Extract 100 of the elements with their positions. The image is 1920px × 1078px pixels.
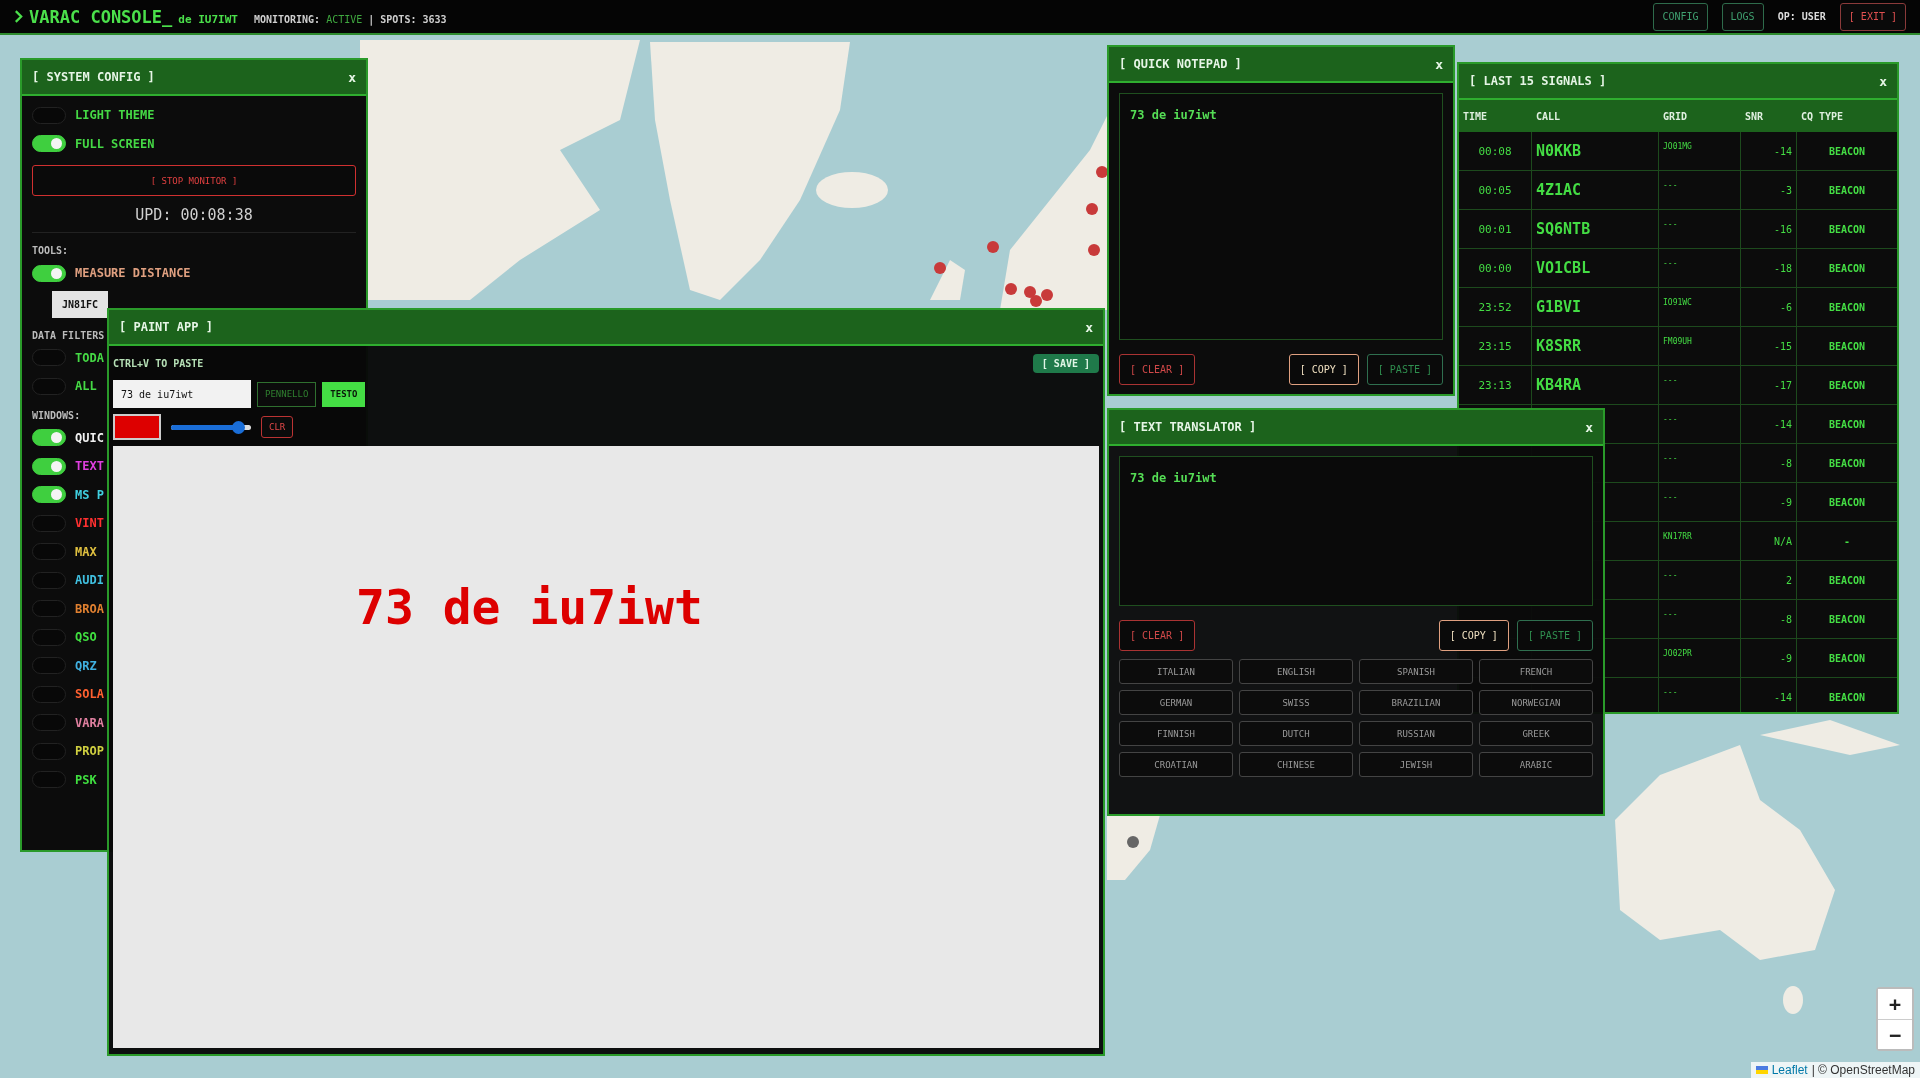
column-header: SNR bbox=[1744, 110, 1765, 122]
action-button[interactable]: [ PASTE ] bbox=[1516, 620, 1593, 651]
toggle-switch[interactable] bbox=[32, 264, 66, 282]
callsign-cell: VO1CBL bbox=[1536, 259, 1591, 277]
toggle-switch[interactable] bbox=[32, 685, 66, 703]
toggle-label: PROP bbox=[75, 744, 104, 759]
toggle-switch[interactable] bbox=[32, 571, 66, 589]
translator-textarea[interactable]: 73 de iu7iwt bbox=[1119, 456, 1593, 606]
color-swatch[interactable] bbox=[113, 414, 161, 440]
toggle-switch[interactable] bbox=[32, 429, 66, 447]
cq-type-cell: BEACON bbox=[1828, 262, 1866, 274]
language-button[interactable]: ITALIAN bbox=[1119, 659, 1233, 684]
flag-icon bbox=[1755, 1066, 1768, 1074]
time-cell: 23:13 bbox=[1478, 378, 1512, 392]
snr-cell: -14 bbox=[1773, 145, 1792, 157]
mode-button[interactable]: PENNELLO bbox=[257, 381, 317, 407]
mode-button[interactable]: TESTO bbox=[322, 381, 366, 407]
nav-button[interactable]: LOGS bbox=[1721, 2, 1764, 31]
toggle-switch[interactable] bbox=[32, 600, 66, 618]
text-field[interactable]: 73 de iu7iwt bbox=[113, 380, 251, 408]
snr-cell: N/A bbox=[1773, 535, 1792, 547]
stop-monitor-button[interactable]: [ STOP MONITOR ] bbox=[32, 165, 356, 196]
language-button[interactable]: FRENCH bbox=[1479, 659, 1593, 684]
toggle-switch[interactable] bbox=[32, 657, 66, 675]
window-title: [ SYSTEM CONFIG ] bbox=[32, 70, 155, 84]
close-button[interactable]: x bbox=[1435, 56, 1443, 72]
nav-button[interactable]: CONFIG bbox=[1653, 2, 1708, 31]
toggle-switch[interactable] bbox=[32, 714, 66, 732]
language-button[interactable]: RUSSIAN bbox=[1359, 721, 1473, 746]
language-button[interactable]: ARABIC bbox=[1479, 752, 1593, 777]
callsign-cell: N0KKB bbox=[1536, 142, 1582, 160]
language-button[interactable]: ENGLISH bbox=[1239, 659, 1353, 684]
grid-cell: FM09UH bbox=[1663, 337, 1692, 346]
callsign-cell: K8SRR bbox=[1536, 337, 1582, 355]
action-button[interactable]: [ COPY ] bbox=[1438, 620, 1509, 651]
language-button[interactable]: CHINESE bbox=[1239, 752, 1353, 777]
time-cell: 00:01 bbox=[1478, 222, 1512, 236]
toggle-switch[interactable] bbox=[32, 377, 66, 395]
grid-cell: KN17RR bbox=[1663, 532, 1692, 541]
action-button[interactable]: [ COPY ] bbox=[1288, 354, 1359, 385]
grid-field[interactable]: JN81FC bbox=[52, 290, 108, 318]
exit-button[interactable]: [ EXIT ] bbox=[1839, 2, 1906, 31]
monitoring-status: ACTIVE bbox=[326, 13, 363, 25]
toggle-label: QSO bbox=[75, 630, 97, 645]
language-button[interactable]: JEWISH bbox=[1359, 752, 1473, 777]
grid-cell: --- bbox=[1663, 220, 1678, 229]
grid-cell: --- bbox=[1663, 415, 1678, 424]
grid-cell: JO02PR bbox=[1663, 649, 1692, 658]
action-button[interactable]: [ PASTE ] bbox=[1366, 354, 1443, 385]
cq-type-cell: BEACON bbox=[1828, 184, 1866, 196]
save-button[interactable]: [ SAVE ] bbox=[1032, 353, 1099, 373]
drawing-canvas[interactable]: 73 de iu7iwt bbox=[113, 446, 1099, 1048]
toggle-switch[interactable] bbox=[32, 628, 66, 646]
toggle-switch[interactable] bbox=[32, 771, 66, 789]
language-button[interactable]: SPANISH bbox=[1359, 659, 1473, 684]
toggle-switch[interactable] bbox=[32, 486, 66, 504]
grid-cell: --- bbox=[1663, 571, 1678, 580]
close-button[interactable]: x bbox=[1585, 419, 1593, 435]
close-button[interactable]: x bbox=[348, 69, 356, 85]
language-button[interactable]: GREEK bbox=[1479, 721, 1593, 746]
toggle-switch[interactable] bbox=[32, 106, 66, 124]
cq-type-cell: BEACON bbox=[1828, 223, 1866, 235]
time-cell: 00:05 bbox=[1478, 183, 1512, 197]
grid-cell: IO91WC bbox=[1663, 298, 1692, 307]
toggle-switch[interactable] bbox=[32, 457, 66, 475]
toggle-switch[interactable] bbox=[32, 135, 66, 153]
canvas-clear-button[interactable]: CLR bbox=[261, 416, 294, 438]
toggle-switch[interactable] bbox=[32, 742, 66, 760]
snr-cell: -15 bbox=[1773, 340, 1792, 352]
snr-cell: -14 bbox=[1773, 418, 1792, 430]
action-button[interactable]: [ CLEAR ] bbox=[1119, 620, 1196, 651]
snr-cell: -3 bbox=[1779, 184, 1792, 196]
close-button[interactable]: x bbox=[1879, 73, 1887, 89]
toggle-switch[interactable] bbox=[32, 514, 66, 532]
callsign-cell: KB4RA bbox=[1536, 376, 1582, 394]
snr-cell: -9 bbox=[1779, 652, 1792, 664]
grid-cell: --- bbox=[1663, 493, 1678, 502]
zoom-out-button[interactable]: − bbox=[1878, 1019, 1912, 1049]
language-button[interactable]: DUTCH bbox=[1239, 721, 1353, 746]
section-label: WINDOWS: bbox=[32, 409, 82, 421]
language-button[interactable]: BRAZILIAN bbox=[1359, 690, 1473, 715]
grid-cell: --- bbox=[1663, 688, 1678, 697]
column-header: CQ TYPE bbox=[1800, 110, 1845, 122]
leaflet-link[interactable]: Leaflet bbox=[1771, 1063, 1808, 1077]
language-button[interactable]: GERMAN bbox=[1119, 690, 1233, 715]
language-button[interactable]: CROATIAN bbox=[1119, 752, 1233, 777]
time-cell: 23:52 bbox=[1478, 300, 1512, 314]
toggle-label: PSK bbox=[75, 772, 97, 787]
cq-type-cell: BEACON bbox=[1828, 496, 1866, 508]
separator: | bbox=[368, 13, 375, 25]
toggle-switch[interactable] bbox=[32, 349, 66, 367]
toggle-switch[interactable] bbox=[32, 543, 66, 561]
notepad-textarea[interactable]: 73 de iu7iwt bbox=[1119, 93, 1443, 340]
cq-type-cell: BEACON bbox=[1828, 613, 1866, 625]
size-slider[interactable] bbox=[171, 420, 251, 434]
action-button[interactable]: [ CLEAR ] bbox=[1119, 354, 1196, 385]
language-button[interactable]: FINNISH bbox=[1119, 721, 1233, 746]
language-button[interactable]: NORWEGIAN bbox=[1479, 690, 1593, 715]
language-button[interactable]: SWISS bbox=[1239, 690, 1353, 715]
close-button[interactable]: x bbox=[1085, 319, 1093, 335]
